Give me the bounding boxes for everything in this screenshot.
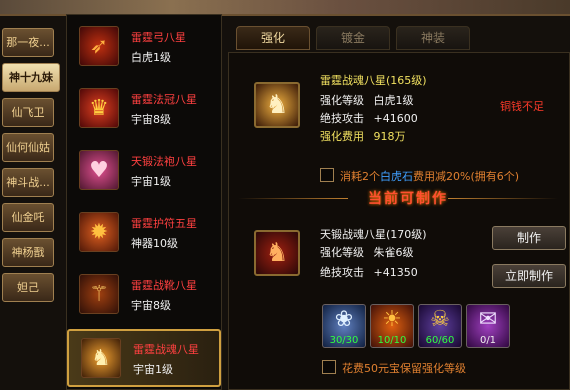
craftable-title: 当前可制作: [368, 191, 448, 207]
crown-icon: ♛: [79, 88, 119, 128]
tab-strengthen[interactable]: 强化: [236, 26, 310, 50]
equipment-name: 雷霆弓八星: [131, 31, 186, 44]
equipment-level: 宇宙1级: [133, 363, 173, 376]
discount-text-suffix: 费用减20%(拥有6个): [413, 170, 520, 183]
character-tab[interactable]: 仙何仙姑: [2, 133, 54, 162]
material-count: 30/30: [329, 335, 359, 346]
equipment-row[interactable]: ⚚ 雷霆战靴八星 宇宙8级: [67, 267, 221, 325]
equipment-level: 宇宙8级: [131, 299, 171, 312]
equipment-list: ➶ 雷霆弓八星 白虎1级 ♛ 雷霆法冠八星 宇宙8级 ♥ 天锻法袍八星 宇宙1级…: [66, 14, 222, 390]
craft-item-slot[interactable]: ♞: [254, 230, 300, 276]
upgrade-cost-row: 强化费用 918万: [320, 128, 406, 144]
craft-attack-row: 绝技攻击 +41350: [320, 264, 418, 280]
craft-level-row: 强化等级 朱雀6级: [320, 244, 414, 260]
upgrade-item-slot[interactable]: ♞: [254, 82, 300, 128]
material-count: 0/1: [479, 335, 497, 346]
craft-button[interactable]: 制作: [492, 226, 566, 250]
equipment-name: 雷霆战魂八星: [133, 343, 199, 356]
craft-item-title: 天锻战魂八星(170级): [320, 226, 427, 242]
upgrade-level-value: 白虎1级: [373, 94, 414, 107]
divider-line-left: [238, 198, 348, 199]
upgrade-cost-value: 918万: [373, 130, 406, 143]
equipment-name: 天锻法袍八星: [131, 155, 197, 168]
equipment-row[interactable]: ✹ 雷霆护符五星 神器10级: [67, 205, 221, 263]
warsoul-icon: ♞: [265, 90, 289, 120]
tab-gilding[interactable]: 镀金: [316, 26, 390, 50]
craft-now-button[interactable]: 立即制作: [492, 264, 566, 288]
character-tab[interactable]: 神杨戬: [2, 238, 54, 267]
material-slot[interactable]: ☀ 10/10: [370, 304, 414, 348]
character-tab[interactable]: 妲己: [2, 273, 54, 302]
material-slot[interactable]: ☠ 60/60: [418, 304, 462, 348]
upgrade-attack-label: 绝技攻击: [320, 112, 364, 125]
equipment-level: 宇宙1级: [131, 175, 171, 188]
upgrade-level-label: 强化等级: [320, 94, 364, 107]
upgrade-item-name: 雷霆战魂八星: [320, 74, 386, 87]
demon-icon: ☠: [430, 307, 450, 332]
scroll-icon: ✉: [478, 307, 498, 332]
keep-level-checkbox[interactable]: [322, 360, 336, 374]
upgrade-attack-value: +41600: [373, 112, 418, 125]
equipment-row[interactable]: ♛ 雷霆法冠八星 宇宙8级: [67, 81, 221, 139]
upgrade-item-level: (165级): [386, 74, 427, 87]
equipment-row-selected[interactable]: ♞ 雷霆战魂八星 宇宙1级: [67, 329, 221, 387]
character-tab[interactable]: 那一夜...: [2, 28, 54, 57]
material-slot[interactable]: ✉ 0/1: [466, 304, 510, 348]
warsoul-icon: ♞: [81, 338, 121, 378]
tiger-stone-link[interactable]: 白虎石: [380, 170, 413, 183]
character-tab[interactable]: 神斗战...: [2, 168, 54, 197]
pumpkin-icon: ☀: [382, 307, 402, 332]
material-count: 10/10: [377, 335, 407, 346]
equipment-level: 神器10级: [131, 237, 178, 250]
character-tab-active[interactable]: 神十九妹: [2, 63, 60, 92]
upgrade-cost-label: 强化费用: [320, 130, 364, 143]
upgrade-attack-row: 绝技攻击 +41600: [320, 110, 418, 126]
craft-attack-label: 绝技攻击: [320, 266, 364, 279]
equipment-name: 雷霆护符五星: [131, 217, 197, 230]
material-slot[interactable]: ❀ 30/30: [322, 304, 366, 348]
craft-item-name: 天锻战魂八星: [320, 228, 386, 241]
character-tab[interactable]: 仙飞卫: [2, 98, 54, 127]
robe-icon: ♥: [79, 150, 119, 190]
equipment-name: 雷霆法冠八星: [131, 93, 197, 106]
upgrade-level-row: 强化等级 白虎1级: [320, 92, 414, 108]
equipment-row[interactable]: ♥ 天锻法袍八星 宇宙1级: [67, 143, 221, 201]
warsoul-icon: ♞: [265, 238, 289, 268]
craftable-divider: 当前可制作: [238, 190, 558, 207]
boots-icon: ⚚: [79, 274, 119, 314]
tab-divine-gear[interactable]: 神装: [396, 26, 470, 50]
amulet-icon: ✹: [79, 212, 119, 252]
equipment-name: 雷霆战靴八星: [131, 279, 197, 292]
material-count: 60/60: [425, 335, 455, 346]
insufficient-copper-warning: 铜钱不足: [500, 100, 544, 113]
equipment-level: 白虎1级: [131, 51, 171, 64]
craft-level-label: 强化等级: [320, 246, 364, 259]
bow-icon: ➶: [79, 26, 119, 66]
character-tabs: 那一夜... 神十九妹 仙飞卫 仙何仙姑 神斗战... 仙金吒 神杨戬 妲己: [0, 28, 62, 308]
equipment-level: 宇宙8级: [131, 113, 171, 126]
tiger-stone-discount-text: 消耗2个白虎石费用减20%(拥有6个): [340, 168, 519, 184]
use-tiger-stone-checkbox[interactable]: [320, 168, 334, 182]
upgrade-item-title: 雷霆战魂八星(165级): [320, 72, 427, 88]
discount-text-prefix: 消耗2个: [340, 170, 380, 183]
equipment-row[interactable]: ➶ 雷霆弓八星 白虎1级: [67, 19, 221, 77]
lotus-icon: ❀: [334, 307, 354, 332]
craft-attack-value: +41350: [373, 266, 418, 279]
craft-item-level: (170级): [386, 228, 427, 241]
divider-line-right: [448, 198, 558, 199]
craft-level-value: 朱雀6级: [373, 246, 414, 259]
character-tab[interactable]: 仙金吒: [2, 203, 54, 232]
keep-level-text: 花费50元宝保留强化等级: [342, 362, 466, 375]
